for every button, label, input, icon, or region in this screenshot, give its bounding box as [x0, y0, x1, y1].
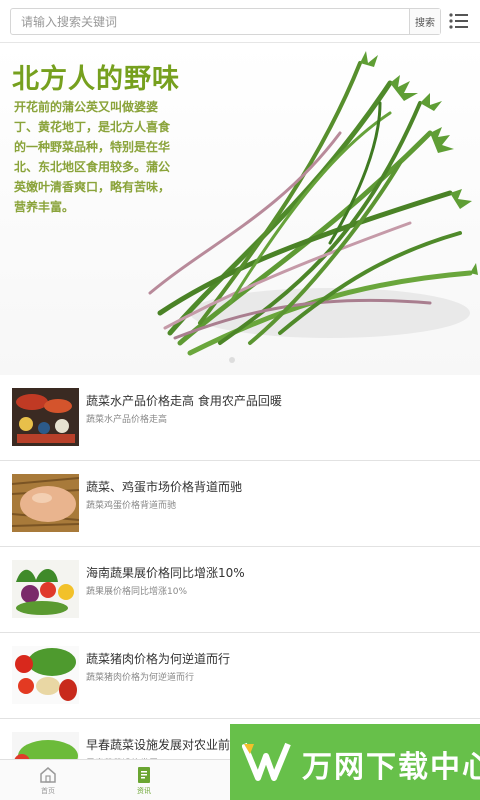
news-title: 蔬菜、鸡蛋市场价格背道而驰 [86, 480, 243, 494]
search-box: 搜索 [10, 8, 441, 35]
top-bar: 搜索 [0, 0, 480, 43]
tab-label: 首页 [41, 787, 55, 795]
home-icon [40, 767, 56, 783]
seafood-photo [12, 388, 79, 446]
banner-description: 开花前的蒲公英又叫做婆婆丁、黄花地丁，是北方人喜食的一种野菜品种，特别是在华北、… [14, 100, 171, 214]
tab-label: 资讯 [137, 787, 151, 795]
news-subtitle: 蔬菜猪肉价格为何逆道而行 [86, 673, 195, 683]
news-item[interactable]: 蔬菜、鸡蛋市场价格背道而驰 蔬菜鸡蛋价格背道而驰 [0, 461, 480, 547]
hero-banner[interactable]: 北方人的野味 开花前的蒲公英又叫做婆婆丁、黄花地丁，是北方人喜食的一种野菜品种，… [0, 43, 480, 375]
search-button[interactable]: 搜索 [409, 9, 440, 34]
tab-home[interactable]: 首页 [0, 760, 96, 800]
news-subtitle: 蔬果展价格同比增涨10% [86, 587, 188, 597]
news-subtitle: 蔬菜水产品价格走高 [86, 415, 168, 425]
vegetables-photo [12, 560, 79, 618]
list-menu-icon[interactable] [449, 12, 469, 30]
tab-news[interactable]: 资讯 [96, 760, 192, 800]
news-item[interactable]: 海南蔬果展价格同比增涨10% 蔬果展价格同比增涨10% [0, 547, 480, 633]
banner-title: 北方人的野味 [12, 64, 180, 95]
news-title: 蔬菜水产品价格走高 食用农产品回暖 [86, 394, 282, 408]
news-subtitle: 蔬菜鸡蛋价格背道而驰 [86, 501, 177, 511]
download-center-ad[interactable]: 万网下载中心 [230, 724, 480, 800]
carousel-indicator[interactable] [229, 357, 235, 363]
produce-photo [12, 646, 79, 704]
news-title: 海南蔬果展价格同比增涨10% [86, 566, 245, 580]
egg-photo [12, 474, 79, 532]
news-item[interactable]: 蔬菜水产品价格走高 食用农产品回暖 蔬菜水产品价格走高 [0, 375, 480, 461]
news-title: 蔬菜猪肉价格为何逆道而行 [86, 652, 231, 666]
document-icon [138, 767, 150, 783]
dandelion-greens-image [148, 51, 478, 356]
ad-text: 万网下载中心 [302, 750, 480, 785]
wanwang-logo-icon [242, 742, 291, 781]
news-item[interactable]: 蔬菜猪肉价格为何逆道而行 蔬菜猪肉价格为何逆道而行 [0, 633, 480, 719]
search-input[interactable] [11, 9, 409, 34]
